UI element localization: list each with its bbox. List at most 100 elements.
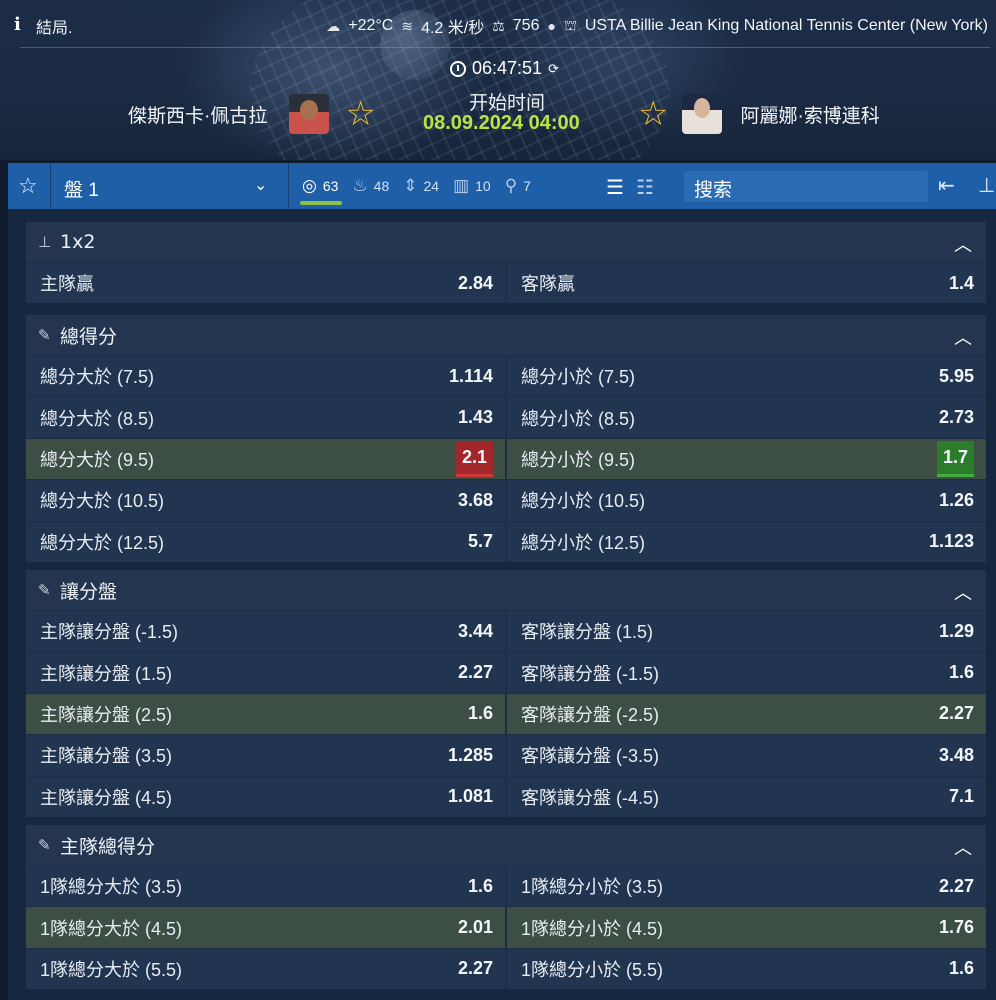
- outcome-odds: 2.27: [457, 958, 493, 979]
- outcome-label: 主隊讓分盤 (2.5): [40, 704, 173, 725]
- filter-all[interactable]: ◎ 63: [299, 163, 343, 209]
- chevron-down-icon[interactable]: ⌄: [254, 175, 267, 195]
- chevron-up-icon[interactable]: ︿: [954, 579, 972, 605]
- outcome-button[interactable]: 總分大於 (9.5) 2.1: [26, 438, 505, 480]
- market-header[interactable]: ✎ 主隊總得分 ︿: [26, 825, 986, 865]
- outcome-label: 1隊總分大於 (4.5): [40, 918, 183, 939]
- outcome-odds: 1.285: [447, 744, 493, 765]
- pin-icon[interactable]: ✎: [38, 836, 60, 854]
- outcome-button[interactable]: 主隊讓分盤 (4.5) 1.081: [26, 776, 505, 817]
- outcome-button[interactable]: 總分小於 (7.5) 5.95: [507, 356, 986, 397]
- away-favorite-star-icon[interactable]: ☆: [638, 97, 668, 131]
- filter-count: 63: [322, 178, 339, 194]
- outcome-button[interactable]: 總分小於 (8.5) 2.73: [507, 397, 986, 438]
- favorites-star-icon[interactable]: ☆: [18, 173, 38, 199]
- wind-speed: 4.2 米/秒: [421, 20, 485, 37]
- outcome-button[interactable]: 主隊贏 2.84: [26, 263, 505, 304]
- collapse-all-icon[interactable]: ⇤: [938, 173, 955, 198]
- grid-view-icon[interactable]: ☷: [636, 175, 654, 200]
- outcome-button[interactable]: 1隊總分小於 (4.5) 1.76: [507, 907, 986, 948]
- outcome-button[interactable]: 總分大於 (12.5) 5.7: [26, 521, 505, 562]
- outcome-odds: 3.48: [938, 744, 974, 765]
- weather-strip: ☁ +22°C ≋ 4.2 米/秒 ⚖ 756 ● ⛫ USTA Billie …: [326, 14, 988, 38]
- outcome-button[interactable]: 1隊總分小於 (3.5) 2.27: [507, 866, 986, 907]
- outcome-button[interactable]: 主隊讓分盤 (1.5) 2.27: [26, 652, 505, 693]
- odds-row-highlighted: 主隊讓分盤 (2.5) 1.6 客隊讓分盤 (-2.5) 2.27: [26, 693, 986, 735]
- chevron-up-icon[interactable]: ︿: [954, 834, 972, 860]
- pin-icon[interactable]: ✎: [38, 581, 60, 599]
- markets-panel: ⊥ 1x2 ︿ 主隊贏 2.84 客隊贏 1.4 ✎ 總得分 ︿ 總分大於 (7…: [8, 209, 996, 1000]
- market-toolbar: ☆ 盤 1 ⌄ ◎ 63 ♨ 48 ⇕ 24 ▥ 10 ⚲ 7 ☰ ☷ 搜索 ⇤…: [8, 163, 996, 209]
- clock-time: 06:47:51: [472, 58, 543, 78]
- filter-popular[interactable]: ♨ 48: [352, 163, 389, 209]
- outcome-button[interactable]: 客隊讓分盤 (-1.5) 1.6: [507, 652, 986, 693]
- outcome-odds: 7.1: [948, 786, 974, 807]
- outcome-button[interactable]: 客隊讓分盤 (-3.5) 3.48: [507, 735, 986, 776]
- outcome-odds: 2.27: [457, 662, 493, 683]
- outcome-label: 1隊總分大於 (5.5): [40, 959, 183, 980]
- filter-handicap[interactable]: ⇕ 24: [403, 163, 439, 209]
- bars-chart-icon: ▥: [453, 176, 470, 195]
- outcome-button[interactable]: 總分小於 (10.5) 1.26: [507, 480, 986, 521]
- odds-row: 主隊讓分盤 (-1.5) 3.44 客隊讓分盤 (1.5) 1.29: [26, 611, 986, 652]
- outcome-button[interactable]: 總分小於 (9.5) 1.7: [507, 438, 986, 480]
- away-player-name[interactable]: 阿麗娜·索博連科: [740, 101, 879, 128]
- filter-games[interactable]: ⚲ 7: [505, 163, 531, 209]
- outcome-button[interactable]: 客隊讓分盤 (-2.5) 2.27: [507, 693, 986, 735]
- odds-row-highlighted: 1隊總分大於 (4.5) 2.01 1隊總分小於 (4.5) 1.76: [26, 907, 986, 948]
- outcome-label: 客隊讓分盤 (-3.5): [521, 746, 660, 767]
- pin-icon[interactable]: ✎: [38, 326, 60, 344]
- odds-row: 1隊總分大於 (3.5) 1.6 1隊總分小於 (3.5) 2.27: [26, 866, 986, 907]
- market-header[interactable]: ✎ 總得分 ︿: [26, 315, 986, 355]
- outcome-button[interactable]: 總分大於 (10.5) 3.68: [26, 480, 505, 521]
- market-header[interactable]: ✎ 讓分盤 ︿: [26, 570, 986, 610]
- outcome-button[interactable]: 主隊讓分盤 (3.5) 1.285: [26, 735, 505, 776]
- pin-icon[interactable]: ⊥: [978, 173, 995, 198]
- refresh-icon[interactable]: ⟳: [548, 61, 559, 77]
- outcome-button[interactable]: 主隊讓分盤 (2.5) 1.6: [26, 693, 505, 735]
- set-select[interactable]: 盤 1: [64, 175, 99, 202]
- market-header[interactable]: ⊥ 1x2 ︿: [26, 222, 986, 262]
- filter-count: 7: [523, 178, 531, 194]
- chevron-up-icon[interactable]: ︿: [954, 324, 972, 350]
- search-input[interactable]: 搜索: [684, 171, 928, 202]
- outcome-button[interactable]: 總分大於 (7.5) 1.114: [26, 356, 505, 397]
- outcome-button[interactable]: 1隊總分大於 (5.5) 2.27: [26, 948, 505, 990]
- pin-icon[interactable]: ⊥: [38, 233, 60, 251]
- home-favorite-star-icon[interactable]: ☆: [345, 97, 375, 131]
- filter-totals[interactable]: ▥ 10: [453, 163, 491, 209]
- market-handicap: ✎ 讓分盤 ︿ 主隊讓分盤 (-1.5) 3.44 客隊讓分盤 (1.5) 1.29…: [26, 570, 986, 817]
- odds-row: 主隊贏 2.84 客隊贏 1.4: [26, 263, 986, 304]
- outcome-button[interactable]: 客隊讓分盤 (1.5) 1.29: [507, 611, 986, 652]
- outcome-button[interactable]: 總分小於 (12.5) 1.123: [507, 521, 986, 562]
- start-time-label: 开始时间: [469, 93, 546, 114]
- outcome-button[interactable]: 主隊讓分盤 (-1.5) 3.44: [26, 611, 505, 652]
- info-icon[interactable]: i: [14, 14, 28, 35]
- odds-row: 1隊總分大於 (5.5) 2.27 1隊總分小於 (5.5) 1.6: [26, 948, 986, 990]
- outcome-button[interactable]: 客隊讓分盤 (-4.5) 7.1: [507, 776, 986, 817]
- outcome-odds: 3.68: [457, 489, 493, 510]
- outcome-odds: 5.95: [938, 365, 974, 386]
- outcome-label: 總分大於 (8.5): [40, 408, 155, 429]
- outcome-label: 客隊讓分盤 (1.5): [521, 622, 654, 643]
- list-view-icon[interactable]: ☰: [606, 175, 624, 200]
- odds-row: 總分大於 (12.5) 5.7 總分小於 (12.5) 1.123: [26, 521, 986, 562]
- outcome-odds: 2.27: [938, 703, 974, 724]
- outcome-label: 總分小於 (9.5): [521, 449, 636, 470]
- home-player-name[interactable]: 傑斯西卡·佩古拉: [128, 101, 267, 128]
- outcome-button[interactable]: 1隊總分大於 (3.5) 1.6: [26, 866, 505, 907]
- market-filter-counts: ◎ 63 ♨ 48 ⇕ 24 ▥ 10 ⚲ 7: [299, 163, 531, 209]
- outcome-button[interactable]: 1隊總分小於 (5.5) 1.6: [507, 948, 986, 990]
- outcome-odds: 1.43: [457, 407, 493, 428]
- odds-row: 總分大於 (8.5) 1.43 總分小於 (8.5) 2.73: [26, 397, 986, 438]
- market-title: 讓分盤: [60, 580, 118, 603]
- outcome-label: 總分大於 (10.5): [40, 491, 165, 512]
- outcome-button[interactable]: 客隊贏 1.4: [507, 263, 986, 304]
- cloud-icon: ☁: [326, 17, 341, 34]
- chevron-up-icon[interactable]: ︿: [954, 231, 972, 257]
- odds-row: 總分大於 (10.5) 3.68 總分小於 (10.5) 1.26: [26, 480, 986, 521]
- outcome-button[interactable]: 總分大於 (8.5) 1.43: [26, 397, 505, 438]
- outcome-label: 總分大於 (9.5): [40, 449, 155, 470]
- outcome-button[interactable]: 1隊總分大於 (4.5) 2.01: [26, 907, 505, 948]
- match-header: i 結局. ☁ +22°C ≋ 4.2 米/秒 ⚖ 756 ● ⛫ USTA B…: [0, 0, 996, 160]
